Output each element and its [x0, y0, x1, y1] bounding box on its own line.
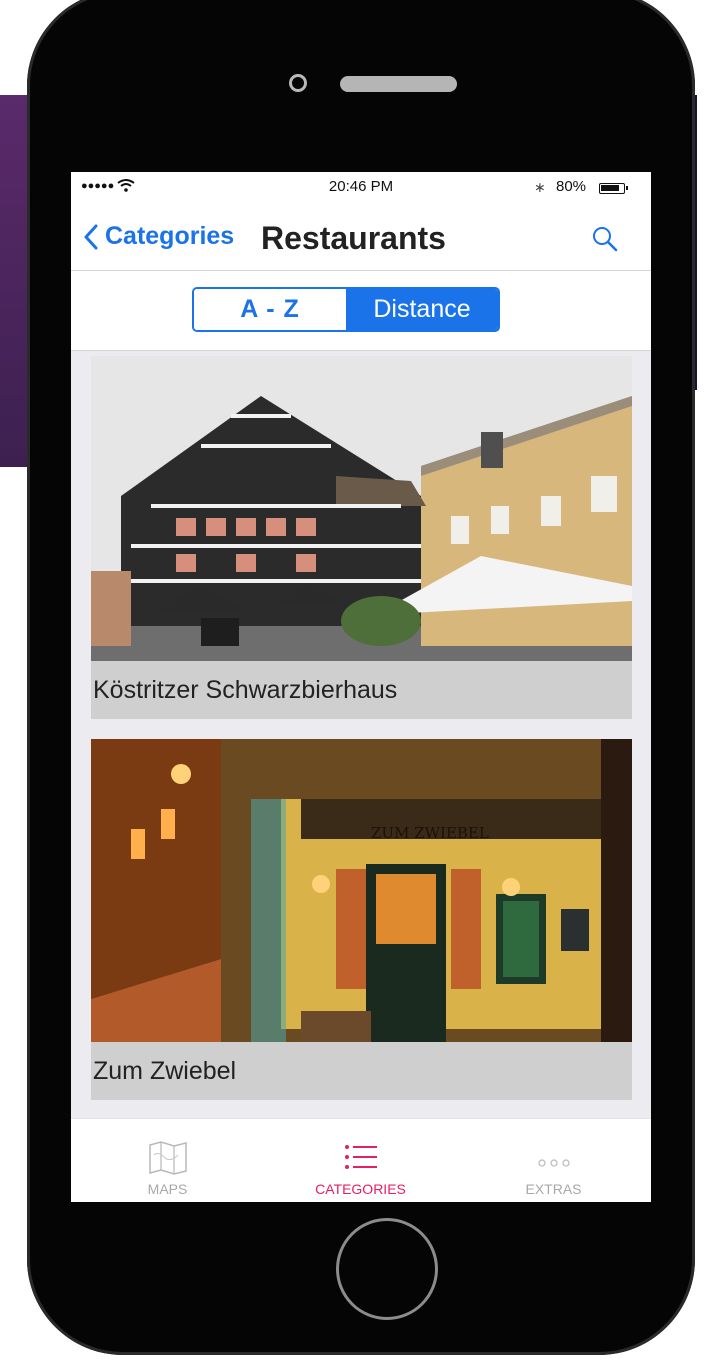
back-button[interactable]: Categories	[83, 222, 234, 251]
tab-maps[interactable]: MAPS	[71, 1119, 264, 1202]
tab-label: EXTRAS	[525, 1181, 582, 1197]
app-screen: ●●●●● 20:46 PM ∗ 80% Categories Restaura…	[71, 172, 651, 1202]
restaurant-photo	[91, 356, 632, 661]
chevron-left-icon	[84, 224, 98, 249]
tab-categories[interactable]: CATEGORIES	[264, 1119, 457, 1202]
tab-label: CATEGORIES	[315, 1181, 406, 1197]
tab-label: MAPS	[147, 1181, 188, 1197]
tab-bar: MAPS CATEGORIES EXTRAS	[71, 1118, 651, 1202]
back-button-label: Categories	[105, 222, 235, 250]
battery-icon	[599, 183, 628, 194]
tab-extras[interactable]: EXTRAS	[457, 1119, 650, 1202]
search-icon[interactable]	[589, 224, 619, 254]
home-button[interactable]	[336, 1218, 438, 1320]
restaurant-card[interactable]: ZUM ZWIEBEL Zum Zwiebel	[91, 739, 632, 1100]
battery-percent: 80%	[556, 178, 587, 195]
front-camera	[289, 74, 307, 92]
restaurant-name: Zum Zwiebel	[91, 1042, 632, 1100]
restaurant-sign-text: ZUM ZWIEBEL	[371, 824, 489, 842]
sort-bar: A - Z Distance	[71, 271, 651, 351]
segment-a-z[interactable]: A - Z	[194, 289, 346, 330]
segment-distance[interactable]: Distance	[346, 289, 498, 330]
bluetooth-icon: ∗	[534, 179, 546, 195]
earpiece-speaker	[340, 76, 457, 92]
page-title: Restaurants	[261, 220, 446, 256]
navigation-bar: Categories Restaurants	[71, 202, 651, 271]
map-icon	[148, 1141, 187, 1175]
restaurant-card[interactable]: Köstritzer Schwarzbierhaus	[91, 356, 632, 719]
list-icon	[344, 1145, 377, 1169]
restaurant-name: Köstritzer Schwarzbierhaus	[91, 661, 632, 719]
status-bar: ●●●●● 20:46 PM ∗ 80%	[71, 172, 651, 202]
sort-segmented-control: A - Z Distance	[192, 287, 500, 332]
more-dots-icon	[537, 1159, 570, 1167]
restaurant-photo: ZUM ZWIEBEL	[91, 739, 632, 1044]
